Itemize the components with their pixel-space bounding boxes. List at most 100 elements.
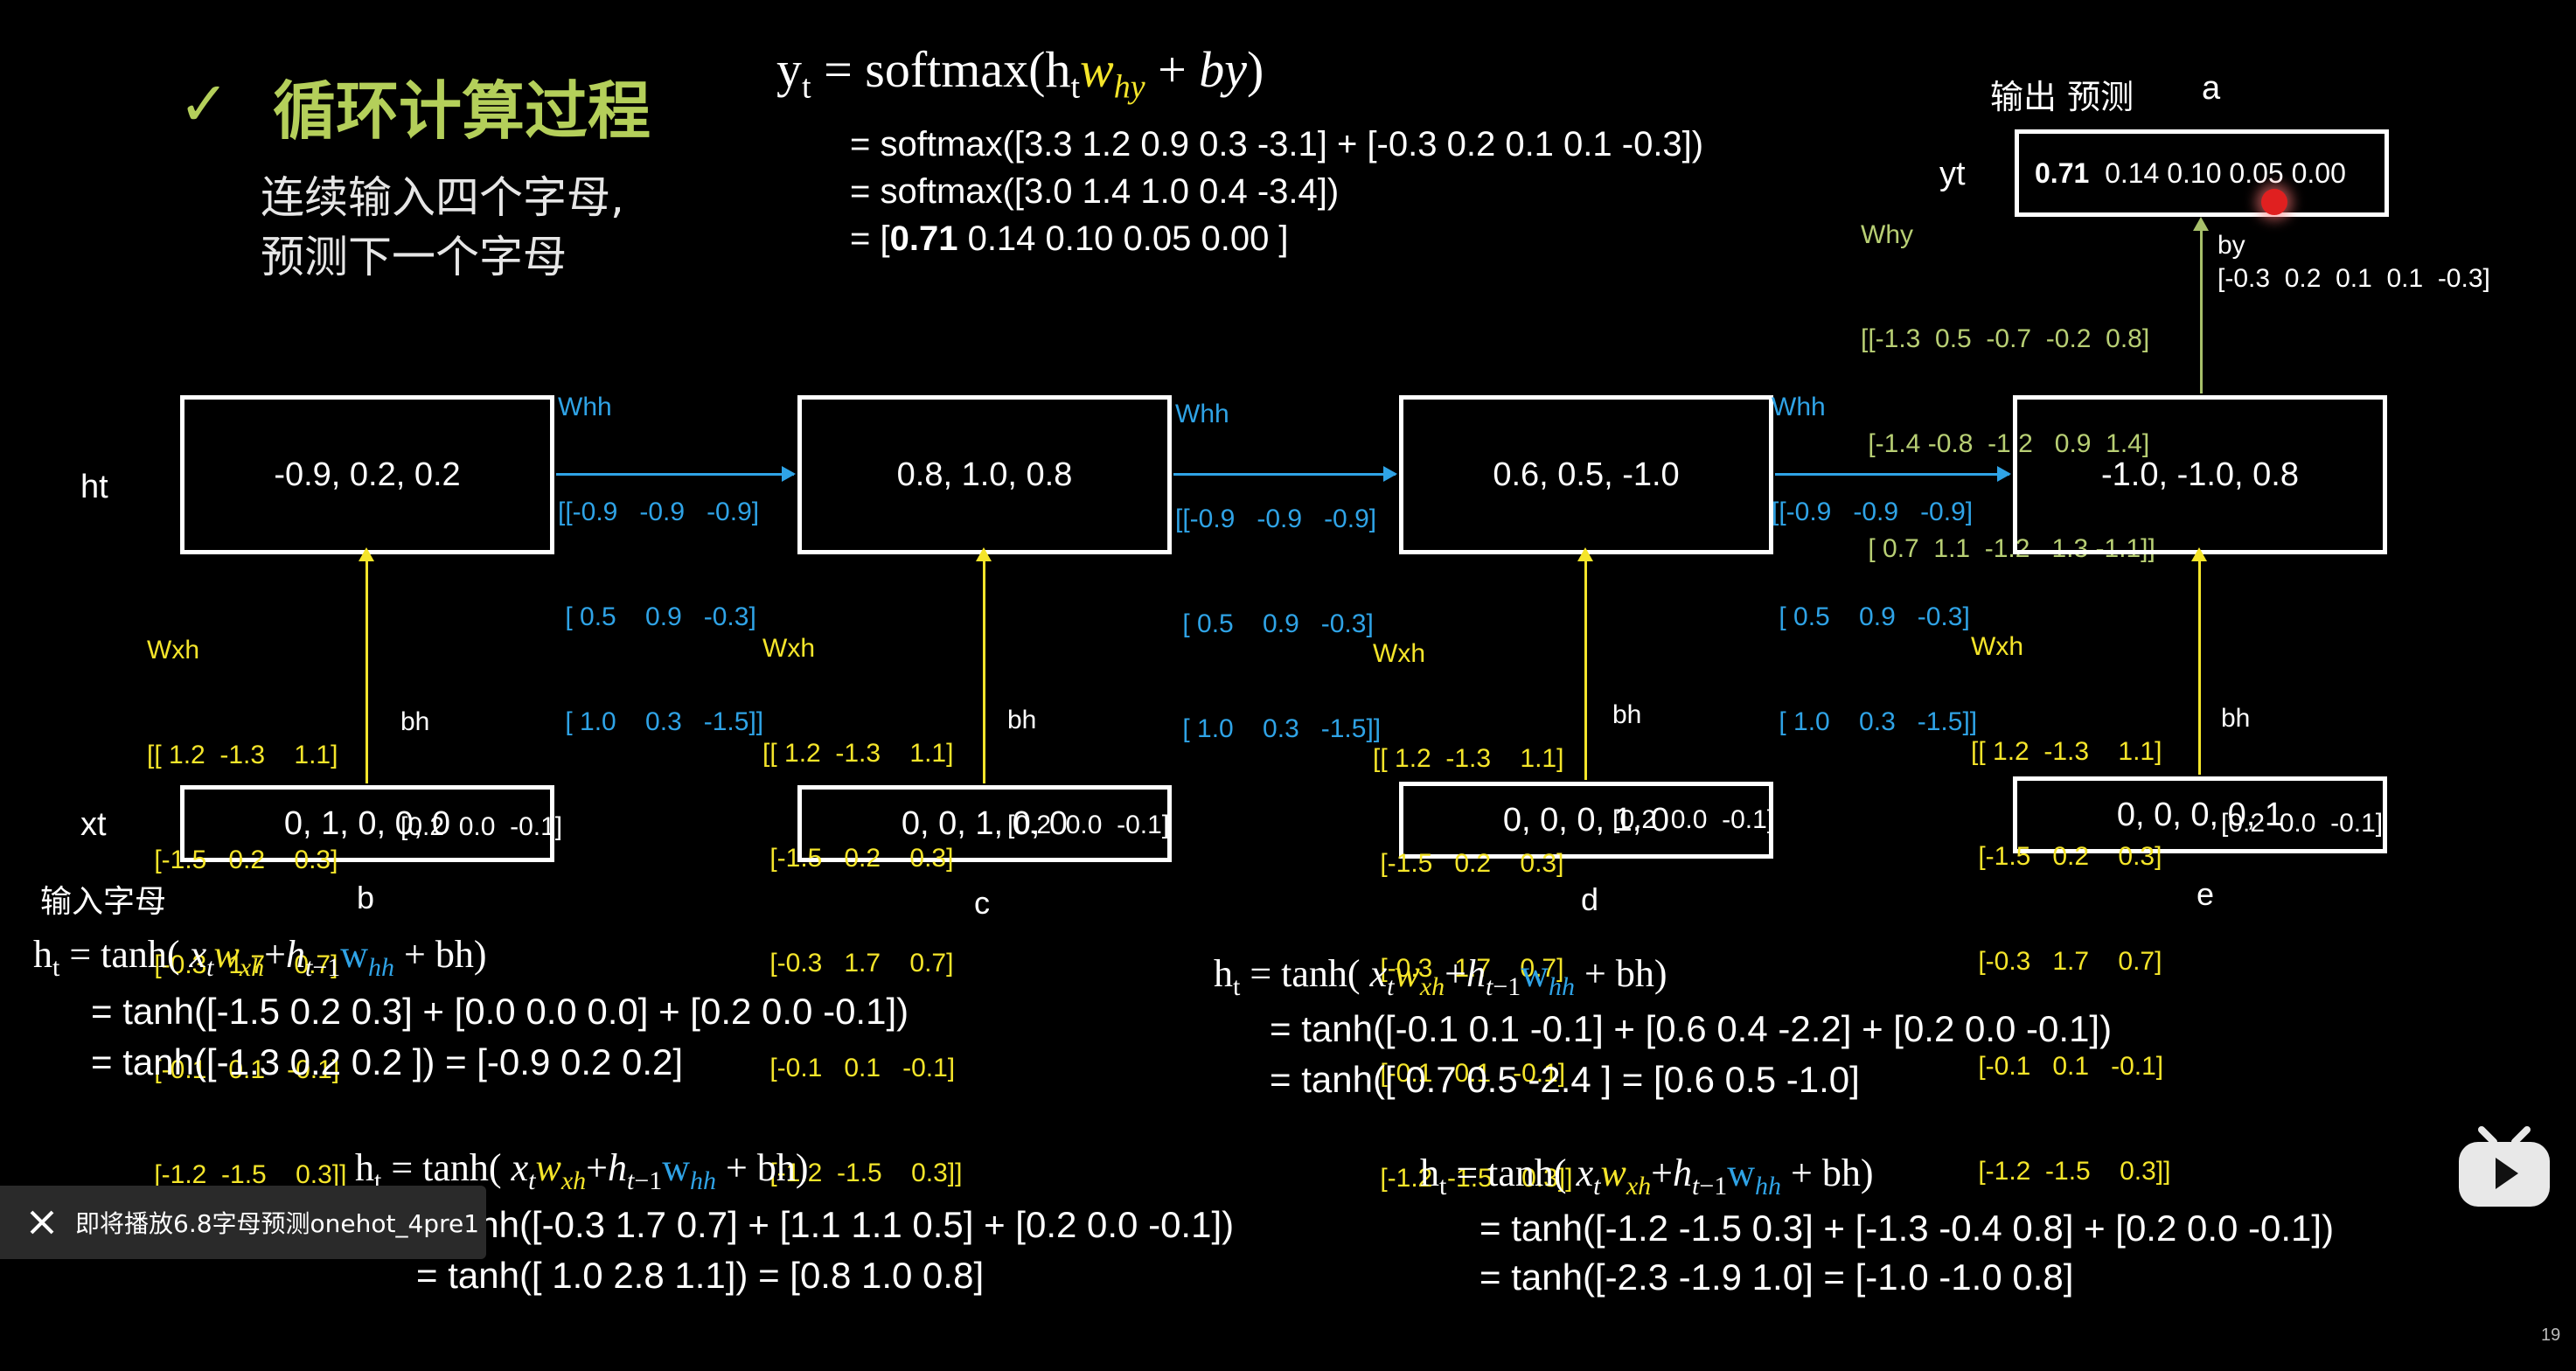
ht-label: ht (80, 469, 108, 505)
wxh-row: [-0.3 1.7 0.7] (1971, 947, 2162, 976)
wxh-row: [[ 1.2 -1.3 1.1] (1971, 737, 2162, 766)
wxh-matrix: Wxh [[ 1.2 -1.3 1.1] [-1.5 0.2 0.3] [-0.… (1373, 567, 1572, 1231)
wxh-arrow (359, 547, 374, 783)
whh-row: [ 1.0 0.3 -1.5]] (1175, 714, 1382, 743)
toast-text: 即将播放6.8字母预测onehot_4pre1 (75, 1209, 480, 1238)
bilibili-play-icon[interactable] (2455, 1123, 2553, 1210)
yt-eq-line2: = softmax([3.0 1.4 1.0 0.4 -3.4]) (850, 172, 1340, 211)
wxh-arrow (2191, 547, 2207, 775)
whh-row: [ 1.0 0.3 -1.5]] (1772, 707, 1978, 736)
bh-vector: bh [0.2 0.0 -0.1] (2221, 631, 2383, 876)
bh-label: bh (1007, 706, 1037, 734)
wxh-row: [-0.3 1.7 0.7] (762, 949, 954, 978)
yt-eq-line1: = softmax([3.3 1.2 0.9 0.3 -3.1] + [-0.3… (850, 125, 1704, 164)
eq-b-line2: = tanh([-1.5 0.2 0.3] + [0.0 0.0 0.0] + … (91, 991, 909, 1032)
hidden-state-box: 0.8, 1.0, 0.8 (797, 395, 1172, 554)
yt-output-box: 0.71 0.14 0.10 0.05 0.00 (2015, 129, 2389, 217)
eq-d-line2: = tanh([-0.1 0.1 -0.1] + [0.6 0.4 -2.2] … (1270, 1008, 2113, 1049)
wxh-label: Wxh (1971, 632, 2023, 661)
whh-row: [ 0.5 0.9 -0.3] (1175, 609, 1374, 638)
whh-label: Whh (1175, 400, 1229, 428)
wxh-label: Wxh (147, 636, 199, 665)
wxh-row: [-1.5 0.2 0.3] (762, 844, 954, 873)
wxh-row: [-1.5 0.2 0.3] (1373, 849, 1564, 878)
by-label: by (2217, 231, 2245, 260)
whh-label: Whh (1772, 393, 1826, 421)
bh-label: bh (1612, 700, 1642, 729)
wxh-matrix: Wxh [[ 1.2 -1.3 1.1] [-1.5 0.2 0.3] [-0.… (1971, 560, 2170, 1224)
wxh-matrix: Wxh [[ 1.2 -1.3 1.1] [-1.5 0.2 0.3] [-0.… (147, 563, 346, 1228)
predicted-letter: a (2202, 70, 2221, 107)
yt-other-probs: 0.14 0.10 0.05 0.00 (2105, 157, 2346, 189)
wxh-matrix: Wxh [[ 1.2 -1.3 1.1] [-1.5 0.2 0.3] [-0.… (762, 561, 962, 1226)
why-label: Why (1861, 220, 1913, 249)
by-value: [-0.3 0.2 0.1 0.1 -0.3] (2217, 264, 2490, 293)
eq-b-line3: = tanh([-1.3 0.2 0.2 ]) = [-0.9 0.2 0.2] (91, 1041, 684, 1082)
wxh-row: [-1.2 -1.5 0.3]] (1971, 1157, 2171, 1186)
bh-value: [0.2 0.0 -0.1] (400, 812, 563, 841)
check-icon: ✓ (178, 70, 230, 138)
bh-vector: bh [0.2 0.0 -0.1] (400, 635, 562, 880)
hidden-state-box: 0.6, 0.5, -1.0 (1399, 395, 1773, 554)
bh-value: [0.2 0.0 -0.1] (1612, 805, 1775, 834)
yt-eq-line3: = [0.71 0.14 0.10 0.05 0.00 ] (850, 213, 1289, 264)
input-letter: e (2197, 876, 2215, 912)
whh-row: [[-0.9 -0.9 -0.9] (1175, 505, 1377, 533)
input-letter: d (1581, 881, 1599, 917)
eq-d-line3: = tanh([ 0.7 0.5 -2.4 ] = [0.6 0.5 -1.0] (1270, 1059, 1860, 1100)
wxh-label: Wxh (762, 634, 815, 663)
bh-value: [0.2 0.0 -0.1] (1007, 811, 1170, 839)
wxh-row: [-1.5 0.2 0.3] (147, 846, 338, 874)
slide-title: 循环计算过程 (273, 74, 651, 148)
wxh-arrow (1577, 547, 1593, 780)
why-arrow (2193, 217, 2209, 393)
yt-eq-line3-prefix: = [ (850, 219, 890, 258)
hidden-state-box: -0.9, 0.2, 0.2 (180, 395, 554, 554)
hidden-state-box: -1.0, -1.0, 0.8 (2013, 395, 2387, 554)
xt-label: xt (80, 806, 107, 843)
whh-matrix: Whh [[-0.9 -0.9 -0.9] [ 0.5 0.9 -0.3] [ … (558, 320, 763, 775)
bh-vector: bh [0.2 0.0 -0.1] (1612, 628, 1774, 873)
eq-c-line2: = tanh([-0.3 1.7 0.7] + [1.1 1.1 0.5] + … (416, 1204, 1235, 1245)
whh-row: [ 0.5 0.9 -0.3] (1772, 602, 1970, 631)
wxh-arrow (976, 547, 992, 783)
wxh-row: [-0.1 0.1 -0.1] (762, 1054, 956, 1082)
whh-row: [ 1.0 0.3 -1.5]] (558, 707, 764, 736)
whh-row: [ 0.5 0.9 -0.3] (558, 602, 756, 631)
wxh-row: [-0.1 0.1 -0.1] (1971, 1052, 2164, 1081)
bh-value: [0.2 0.0 -0.1] (2221, 809, 2384, 838)
yt-eq-line3-rest: 0.14 0.10 0.05 0.00 ] (957, 219, 1289, 258)
wxh-label: Wxh (1373, 639, 1425, 668)
yt-eq-line3-max: 0.71 (889, 219, 958, 258)
input-letter: c (974, 885, 990, 921)
subtitle-line1: 连续输入四个字母, (261, 172, 624, 223)
subtitle-line2: 预测下一个字母 (261, 232, 567, 282)
yt-formula: yt = softmax(htwhy + by) (776, 41, 1264, 106)
ht-formula: ht = tanh( xtwxh+ht−1whh + bh) (33, 933, 487, 982)
wxh-row: [[ 1.2 -1.3 1.1] (1373, 744, 1564, 773)
eq-e-line2: = tanh([-1.2 -1.5 0.3] + [-1.3 -0.4 0.8]… (1479, 1207, 2335, 1249)
yt-label: yt (1939, 156, 1966, 192)
next-video-toast[interactable]: 即将播放6.8字母预测onehot_4pre1 (0, 1186, 486, 1259)
wxh-row: [-1.5 0.2 0.3] (1971, 842, 2162, 871)
input-letter: b (357, 880, 375, 915)
close-icon[interactable] (24, 1205, 59, 1240)
cursor-dot (2261, 189, 2287, 215)
eq-e-line3: = tanh([-2.3 -1.9 1.0] = [-1.0 -1.0 0.8] (1479, 1256, 2074, 1298)
bh-label: bh (400, 707, 430, 736)
ht-formula: ht = tanh( xtwxh+ht−1whh + bh) (1214, 952, 1667, 1001)
bh-label: bh (2221, 704, 2251, 733)
whh-label: Whh (558, 393, 612, 421)
bh-vector: bh [0.2 0.0 -0.1] (1007, 633, 1169, 878)
ht-formula: ht = tanh( xtwxh+ht−1whh + bh) (1420, 1152, 1874, 1200)
wxh-row: [[ 1.2 -1.3 1.1] (762, 739, 954, 768)
whh-matrix: Whh [[-0.9 -0.9 -0.9] [ 0.5 0.9 -0.3] [ … (1772, 320, 1977, 775)
whh-matrix: Whh [[-0.9 -0.9 -0.9] [ 0.5 0.9 -0.3] [ … (1175, 327, 1381, 782)
output-label: 输出 预测 (1990, 78, 2134, 116)
yt-max-prob: 0.71 (2035, 157, 2090, 189)
whh-row: [[-0.9 -0.9 -0.9] (1772, 498, 1974, 526)
whh-row: [[-0.9 -0.9 -0.9] (558, 498, 760, 526)
eq-c-line3: = tanh([ 1.0 2.8 1.1]) = [0.8 1.0 0.8] (416, 1255, 985, 1296)
page-number: 19 (2541, 1326, 2561, 1345)
wxh-row: [[ 1.2 -1.3 1.1] (147, 741, 338, 769)
